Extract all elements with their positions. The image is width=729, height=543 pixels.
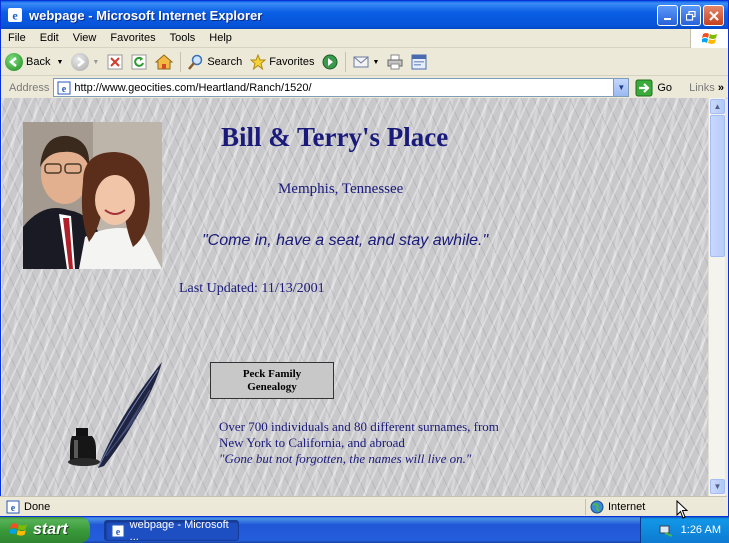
description-quote: "Gone but not forgotten, the names will … bbox=[219, 451, 472, 466]
address-input[interactable]: e http://www.geocities.com/Heartland/Ran… bbox=[53, 78, 630, 97]
minimize-icon bbox=[663, 17, 671, 20]
description-line: New York to California, and abroad bbox=[219, 435, 405, 450]
address-dropdown-icon[interactable]: ▼ bbox=[613, 79, 629, 96]
scroll-up-icon[interactable]: ▲ bbox=[710, 99, 725, 114]
links-label: Links bbox=[689, 81, 715, 94]
scroll-thumb[interactable] bbox=[710, 115, 725, 257]
svg-text:e: e bbox=[12, 9, 18, 23]
back-button[interactable]: Back ▼ bbox=[1, 50, 67, 74]
window-title: webpage - Microsoft Internet Explorer bbox=[29, 7, 263, 23]
search-button[interactable]: Search bbox=[184, 50, 246, 74]
tagline: "Come in, have a seat, and stay awhile." bbox=[202, 232, 489, 249]
genealogy-label-line1: Peck Family bbox=[242, 367, 302, 380]
svg-text:e: e bbox=[11, 503, 16, 514]
mouse-cursor-icon bbox=[676, 500, 689, 519]
home-button[interactable] bbox=[151, 50, 177, 74]
print-button[interactable] bbox=[383, 50, 407, 74]
start-label: start bbox=[33, 521, 68, 538]
page-done-icon: e bbox=[6, 500, 20, 514]
genealogy-description: Over 700 individuals and 80 different su… bbox=[219, 419, 499, 467]
go-label: Go bbox=[657, 81, 673, 94]
refresh-icon bbox=[131, 54, 147, 70]
chevron-right-icon: » bbox=[717, 81, 724, 94]
forward-arrow-icon bbox=[71, 53, 90, 71]
windows-logo-icon bbox=[690, 29, 728, 48]
close-button[interactable] bbox=[703, 5, 724, 26]
favorites-label: Favorites bbox=[269, 56, 315, 68]
system-tray: 1:26 AM bbox=[640, 517, 729, 543]
print-icon bbox=[387, 54, 403, 70]
menu-favorites[interactable]: Favorites bbox=[103, 32, 162, 44]
task-label: webpage - Microsoft ... bbox=[129, 518, 229, 543]
toolbar-separator bbox=[180, 52, 182, 72]
links-button[interactable]: Links » bbox=[689, 82, 724, 94]
zone-label: Internet bbox=[608, 501, 646, 513]
taskbar: start e webpage - Microsoft ... 1:26 AM bbox=[0, 517, 729, 543]
address-url: http://www.geocities.com/Heartland/Ranch… bbox=[74, 81, 312, 94]
media-icon bbox=[322, 54, 338, 70]
search-label: Search bbox=[207, 56, 243, 68]
restore-icon bbox=[685, 10, 696, 21]
svg-text:e: e bbox=[62, 84, 67, 95]
refresh-button[interactable] bbox=[127, 50, 151, 74]
favorites-button[interactable]: Favorites bbox=[246, 50, 318, 74]
windows-flag-icon bbox=[10, 523, 27, 536]
mail-dropdown-icon[interactable]: ▼ bbox=[372, 59, 379, 66]
minimize-button[interactable] bbox=[657, 5, 678, 26]
ie-icon: e bbox=[8, 8, 22, 23]
start-button[interactable]: start bbox=[0, 517, 90, 543]
stop-icon bbox=[107, 54, 123, 70]
toolbar-separator bbox=[345, 52, 347, 72]
back-arrow-icon bbox=[5, 53, 23, 71]
page-viewport[interactable]: Bill & Terry's Place Memphis, Tennessee … bbox=[2, 98, 708, 496]
title-bar[interactable]: e webpage - Microsoft Internet Explorer bbox=[1, 1, 728, 29]
menu-view[interactable]: View bbox=[66, 32, 104, 44]
menu-bar: File Edit View Favorites Tools Help bbox=[1, 29, 728, 48]
go-arrow-icon bbox=[635, 79, 653, 96]
quill-inkwell-icon bbox=[68, 362, 162, 468]
media-button[interactable] bbox=[318, 50, 342, 74]
go-button[interactable]: Go bbox=[635, 79, 672, 97]
forward-dropdown-icon[interactable]: ▼ bbox=[92, 59, 99, 66]
couple-photo bbox=[23, 122, 162, 269]
location-text: Memphis, Tennessee bbox=[278, 181, 404, 197]
address-bar: Address e http://www.geocities.com/Heart… bbox=[1, 77, 728, 99]
mail-icon bbox=[353, 56, 369, 68]
genealogy-label-line2: Genealogy bbox=[247, 380, 297, 393]
stop-button[interactable] bbox=[103, 50, 127, 74]
home-icon bbox=[155, 54, 174, 70]
security-zone: Internet bbox=[585, 499, 645, 515]
globe-icon bbox=[590, 500, 604, 514]
close-icon bbox=[708, 10, 719, 21]
genealogy-button[interactable]: Peck Family Genealogy bbox=[210, 362, 334, 399]
menu-file[interactable]: File bbox=[1, 32, 33, 44]
back-dropdown-icon[interactable]: ▼ bbox=[56, 59, 63, 66]
edit-page-icon bbox=[411, 54, 427, 70]
network-icon[interactable] bbox=[659, 523, 673, 537]
vertical-scrollbar[interactable]: ▲ ▼ bbox=[708, 98, 725, 496]
last-updated: Last Updated: 11/13/2001 bbox=[179, 281, 325, 296]
standard-toolbar: Back ▼ ▼ Search Favorites ▼ bbox=[1, 49, 728, 76]
mail-button[interactable]: ▼ bbox=[349, 50, 383, 74]
menu-help[interactable]: Help bbox=[202, 32, 239, 44]
star-icon bbox=[250, 54, 267, 70]
forward-button[interactable]: ▼ bbox=[67, 50, 103, 74]
back-label: Back bbox=[26, 56, 51, 68]
ie-task-icon: e bbox=[111, 524, 125, 538]
page-title: Bill & Terry's Place bbox=[221, 122, 449, 152]
menu-tools[interactable]: Tools bbox=[163, 32, 203, 44]
address-label: Address bbox=[9, 81, 50, 94]
svg-text:e: e bbox=[116, 527, 121, 538]
search-icon bbox=[188, 54, 203, 70]
taskbar-item-ie[interactable]: e webpage - Microsoft ... bbox=[104, 518, 239, 543]
description-line: Over 700 individuals and 80 different su… bbox=[219, 419, 499, 434]
scroll-down-icon[interactable]: ▼ bbox=[710, 479, 725, 494]
page-icon: e bbox=[57, 81, 71, 95]
status-text: Done bbox=[24, 500, 51, 513]
clock[interactable]: 1:26 AM bbox=[681, 524, 721, 536]
restore-button[interactable] bbox=[680, 5, 701, 26]
status-bar: e Done Internet bbox=[0, 496, 727, 516]
edit-button[interactable] bbox=[407, 50, 431, 74]
menu-edit[interactable]: Edit bbox=[33, 32, 66, 44]
